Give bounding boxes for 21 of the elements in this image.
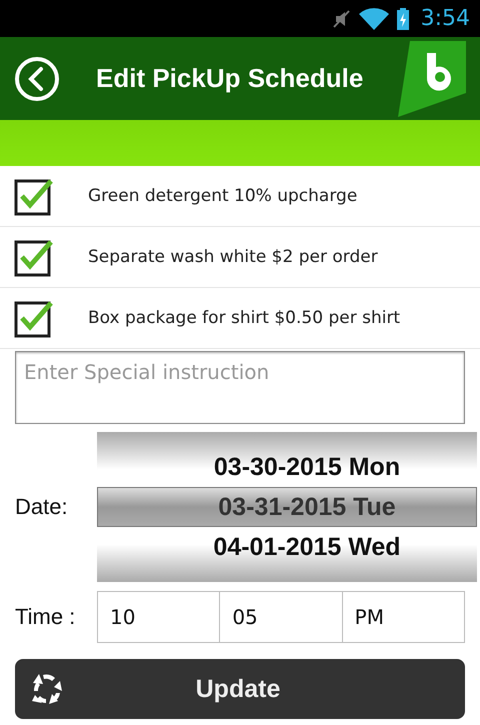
screen-title: Edit PickUp Schedule [96, 63, 364, 94]
option-label: Separate wash white $2 per order [88, 247, 378, 267]
date-picker[interactable]: 03-30-2015 Mon 03-31-2015 Tue 04-01-2015 Wed [97, 432, 477, 582]
logo-icon [398, 41, 468, 117]
update-button[interactable]: Update [15, 659, 465, 719]
date-label: Date: [15, 494, 69, 520]
time-field[interactable]: 10 [97, 591, 220, 643]
status-time: 3:54 [420, 6, 470, 31]
wifi-icon [358, 8, 389, 30]
date-option[interactable]: 03-30-2015 Mon [97, 447, 477, 487]
time-label: Time : [15, 604, 76, 630]
mute-icon [332, 8, 351, 28]
date-option[interactable]: 03-31-2015 Tue [97, 487, 477, 527]
option-label: Box package for shirt $0.50 per shirt [88, 308, 400, 328]
back-icon[interactable] [14, 56, 60, 102]
time-field[interactable]: PM [342, 591, 465, 643]
battery-icon [396, 8, 409, 30]
instruction-field[interactable]: Enter Special instruction [15, 351, 465, 424]
date-option[interactable]: 04-01-2015 Wed [97, 527, 477, 567]
option-label: Green detergent 10% upcharge [88, 186, 358, 206]
time-field[interactable]: 05 [220, 591, 343, 643]
